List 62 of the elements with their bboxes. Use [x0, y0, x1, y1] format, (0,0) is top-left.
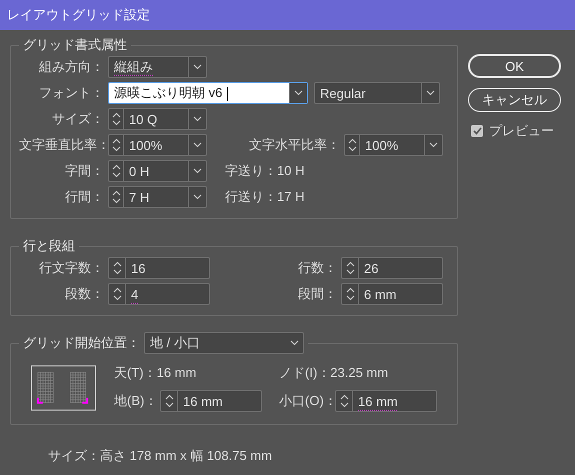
info-text: 天(T)：16 mm: [114, 364, 198, 382]
size-summary: サイズ：高さ 178 mm x 幅 108.75 mm: [48, 447, 273, 465]
field-label: グリッド開始位置：: [23, 334, 140, 352]
group-title: 行と段組: [23, 237, 75, 255]
spinner-arrows-icon: [112, 189, 120, 205]
chevron-down-icon: [294, 90, 303, 96]
cancel-button[interactable]: キャンセル: [468, 88, 561, 112]
info-text: 行送り：17 H: [225, 188, 304, 206]
window-title: レイアウトグリッド設定: [7, 6, 150, 24]
spinner-arrows-icon: [112, 286, 122, 302]
chevron-down-icon: [193, 168, 202, 174]
spin-field[interactable]: 16 mm: [160, 390, 262, 412]
field-label: 文字水平比率：: [248, 136, 341, 154]
dropdown[interactable]: Regular: [314, 82, 440, 104]
spin-field[interactable]: 16 mm: [335, 390, 437, 412]
field-label: サイズ：: [51, 110, 105, 128]
chevron-down-icon: [426, 90, 435, 96]
spinner-arrows-icon: [112, 163, 120, 179]
ok-button[interactable]: OK: [468, 54, 561, 78]
chevron-down-icon: [429, 142, 438, 148]
chevron-down-icon: [193, 142, 202, 148]
spinner-arrows-icon: [340, 393, 348, 409]
spinner-arrows-icon: [346, 286, 354, 302]
font-combo-field[interactable]: 源暎こぶり明朝 v6: [108, 82, 308, 104]
spinner-arrows-icon: [348, 137, 356, 153]
field-label: 組み方向：: [38, 58, 105, 76]
chevron-down-icon: [290, 340, 298, 346]
field-label: 地(B)：: [114, 392, 158, 410]
preview-checkbox[interactable]: プレビュー: [468, 122, 561, 140]
spinner-arrows-icon: [112, 137, 120, 153]
spin-combo-field[interactable]: 7 H: [108, 186, 207, 208]
checkbox-icon[interactable]: [471, 125, 483, 137]
spinner-arrows-icon: [346, 260, 354, 276]
spin-combo-field[interactable]: 10 Q: [108, 108, 207, 130]
chevron-down-icon: [193, 64, 202, 70]
chevron-down-icon: [193, 194, 202, 200]
chevron-down-icon: [193, 116, 202, 122]
field-label: 段数：: [64, 285, 105, 303]
spinner-arrows-icon: [164, 393, 174, 409]
spin-field[interactable]: 16: [108, 257, 210, 279]
group-title: グリッド書式属性: [23, 36, 127, 54]
field-label: 段間：: [297, 285, 338, 303]
spin-field[interactable]: 6 mm: [341, 283, 443, 305]
info-text: ノド(I)：23.25 mm: [279, 364, 390, 382]
field-label: 小口(O)：: [279, 392, 335, 410]
spinner-arrows-icon: [112, 111, 120, 127]
spin-combo-field[interactable]: 0 H: [108, 160, 207, 182]
spin-field[interactable]: 4: [108, 283, 210, 305]
dropdown[interactable]: 地 / 小口: [144, 332, 304, 354]
grid-preview-drawing: [31, 365, 96, 411]
field-label: 行文字数：: [38, 259, 105, 277]
field-label: 文字垂直比率：: [19, 136, 108, 154]
dropdown[interactable]: 縦組み: [108, 56, 207, 78]
info-text: 字送り：10 H: [225, 162, 304, 180]
spin-combo-field[interactable]: 100%: [344, 134, 443, 156]
field-label: 字間：: [64, 162, 105, 180]
spin-combo-field[interactable]: 100%: [108, 134, 207, 156]
field-label: 行数：: [297, 259, 338, 277]
field-label: フォント：: [38, 84, 105, 102]
field-label: 行間：: [64, 188, 105, 206]
spinner-arrows-icon: [112, 260, 122, 276]
spin-field[interactable]: 26: [341, 257, 443, 279]
